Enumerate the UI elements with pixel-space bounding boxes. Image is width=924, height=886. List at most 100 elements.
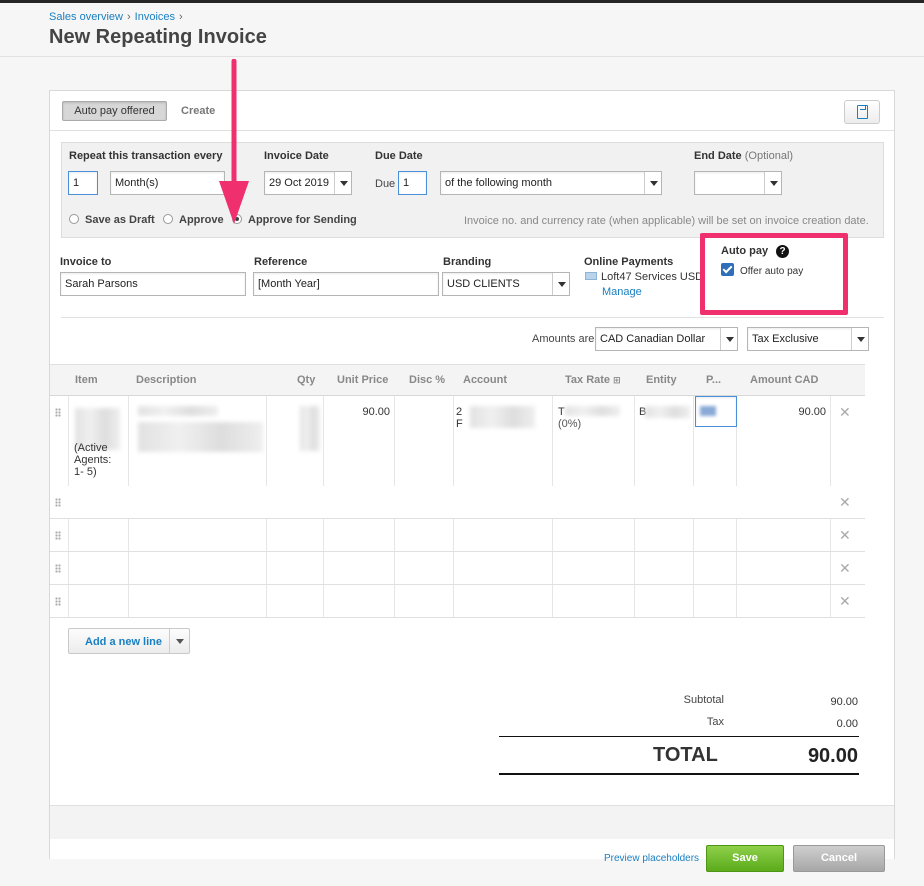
tab-auto-pay-offered[interactable]: Auto pay offered xyxy=(62,101,167,121)
drag-handle-icon[interactable] xyxy=(55,531,61,540)
redacted-entity xyxy=(645,406,690,418)
drag-handle-icon[interactable] xyxy=(55,498,61,507)
column-disc: Disc % xyxy=(409,374,446,386)
redacted-project xyxy=(700,406,716,416)
due-days-input[interactable]: 1 xyxy=(398,171,427,195)
unit-price-cell[interactable]: 90.00 xyxy=(336,406,390,418)
project-input[interactable] xyxy=(695,396,737,427)
redacted-qty xyxy=(300,406,320,451)
subtotal-label: Subtotal xyxy=(683,694,724,706)
drag-handle-icon[interactable] xyxy=(55,597,61,606)
breadcrumb-sales-overview[interactable]: Sales overview xyxy=(49,11,123,23)
account-cell-line2: F xyxy=(456,418,463,430)
checkbox-checked-icon[interactable] xyxy=(721,263,734,276)
due-prefix: Due xyxy=(375,178,396,190)
offer-auto-pay-checkbox[interactable]: Offer auto pay xyxy=(721,263,803,277)
total-label: TOTAL xyxy=(653,744,718,766)
radio-label: Approve for Sending xyxy=(248,214,357,226)
calendar-dropdown-icon[interactable] xyxy=(334,172,351,194)
due-date-label: Due Date xyxy=(375,150,423,162)
repeat-label: Repeat this transaction every xyxy=(69,150,223,162)
currency-value: CAD Canadian Dollar xyxy=(600,333,706,345)
breadcrumb-invoices[interactable]: Invoices xyxy=(135,11,175,23)
tax-mode-select[interactable]: Tax Exclusive xyxy=(747,327,869,351)
repeat-count-input[interactable]: 1 xyxy=(68,171,98,195)
repeat-unit-select[interactable]: Month(s) xyxy=(110,171,225,195)
due-term-select[interactable]: of the following month xyxy=(440,171,662,195)
online-payments-service-name: Loft47 Services USD xyxy=(601,271,704,283)
radio-approve[interactable]: Approve xyxy=(163,214,224,226)
remove-row-icon[interactable]: ✕ xyxy=(839,593,851,610)
reference-input[interactable]: [Month Year] xyxy=(253,272,439,296)
invoice-date-value: 29 Oct 2019 xyxy=(269,177,329,189)
drag-handle-icon[interactable] xyxy=(55,564,61,573)
column-tax-rate-label: Tax Rate xyxy=(565,374,611,386)
manage-link[interactable]: Manage xyxy=(602,286,642,298)
tab-create[interactable]: Create xyxy=(181,105,215,117)
drag-handle-icon[interactable] xyxy=(55,408,61,417)
page-title: New Repeating Invoice xyxy=(49,26,267,48)
divider xyxy=(499,736,859,737)
invoice-date-input[interactable]: 29 Oct 2019 xyxy=(264,171,352,195)
column-qty: Qty xyxy=(297,374,316,386)
radio-save-as-draft[interactable]: Save as Draft xyxy=(69,214,155,226)
chevron-down-icon[interactable] xyxy=(176,639,184,644)
expand-icon[interactable]: ⊞ xyxy=(613,375,621,385)
column-unit-price: Unit Price xyxy=(337,374,389,386)
invoice-form: Auto pay offered Create Repeat this tran… xyxy=(49,90,895,859)
chevron-down-icon[interactable] xyxy=(720,328,737,350)
redacted-tax-rate xyxy=(565,406,620,416)
radio-icon xyxy=(163,214,173,224)
annotation-arrow-icon xyxy=(219,59,249,224)
remove-row-icon[interactable]: ✕ xyxy=(839,527,851,544)
add-new-line-button[interactable]: Add a new line xyxy=(68,628,190,654)
chevron-down-icon[interactable] xyxy=(644,172,661,194)
column-amount: Amount CAD xyxy=(750,374,819,386)
tax-rate-percent: (0%) xyxy=(558,418,582,430)
preview-placeholders-link[interactable]: Preview placeholders xyxy=(604,853,699,864)
tax-mode-value: Tax Exclusive xyxy=(752,333,819,345)
help-icon[interactable]: ? xyxy=(776,245,790,258)
online-payments-service: Loft47 Services USD xyxy=(585,271,703,283)
creation-note: Invoice no. and currency rate (when appl… xyxy=(464,215,869,227)
copy-button[interactable] xyxy=(844,100,880,124)
table-row[interactable]: ✕ xyxy=(50,486,865,519)
tax-rate-cell[interactable]: T xyxy=(558,406,565,418)
table-row[interactable]: ✕ xyxy=(50,585,865,618)
account-cell[interactable]: 2 xyxy=(456,406,462,418)
calendar-dropdown-icon[interactable] xyxy=(764,172,781,194)
item-cell[interactable]: (Active Agents: 1- 5) xyxy=(74,442,124,478)
page-header: Sales overview › Invoices › New Repeating I… xyxy=(0,3,924,57)
redacted-description xyxy=(138,422,263,452)
table-row[interactable]: ✕ xyxy=(50,519,865,552)
auto-pay-heading: Auto pay? xyxy=(721,245,790,258)
table-row[interactable]: ✕ xyxy=(50,552,865,585)
remove-row-icon[interactable]: ✕ xyxy=(839,560,851,577)
remove-row-icon[interactable]: ✕ xyxy=(839,494,851,511)
column-account: Account xyxy=(463,374,507,386)
auto-pay-label: Auto pay xyxy=(721,245,769,257)
cancel-button[interactable]: Cancel xyxy=(793,845,885,872)
chevron-down-icon[interactable] xyxy=(552,273,569,295)
divider xyxy=(499,773,859,775)
credit-card-icon xyxy=(585,272,597,280)
column-project: P... xyxy=(706,374,722,386)
redacted-description xyxy=(138,406,218,416)
total-value: 90.00 xyxy=(807,745,858,767)
column-description: Description xyxy=(136,374,197,386)
remove-row-icon[interactable]: ✕ xyxy=(839,404,851,421)
due-term-value: of the following month xyxy=(445,177,553,189)
save-button[interactable]: Save xyxy=(706,845,784,872)
offer-auto-pay-label: Offer auto pay xyxy=(740,266,804,277)
breadcrumb: Sales overview › Invoices › xyxy=(49,11,187,23)
branding-select[interactable]: USD CLIENTS xyxy=(442,272,570,296)
chevron-down-icon[interactable] xyxy=(851,328,868,350)
divider xyxy=(169,629,170,653)
invoice-to-label: Invoice to xyxy=(60,256,112,268)
document-icon xyxy=(857,105,868,119)
radio-label: Save as Draft xyxy=(85,214,155,226)
column-item: Item xyxy=(75,374,98,386)
currency-select[interactable]: CAD Canadian Dollar xyxy=(595,327,738,351)
end-date-input[interactable] xyxy=(694,171,782,195)
invoice-to-input[interactable]: Sarah Parsons xyxy=(60,272,246,296)
